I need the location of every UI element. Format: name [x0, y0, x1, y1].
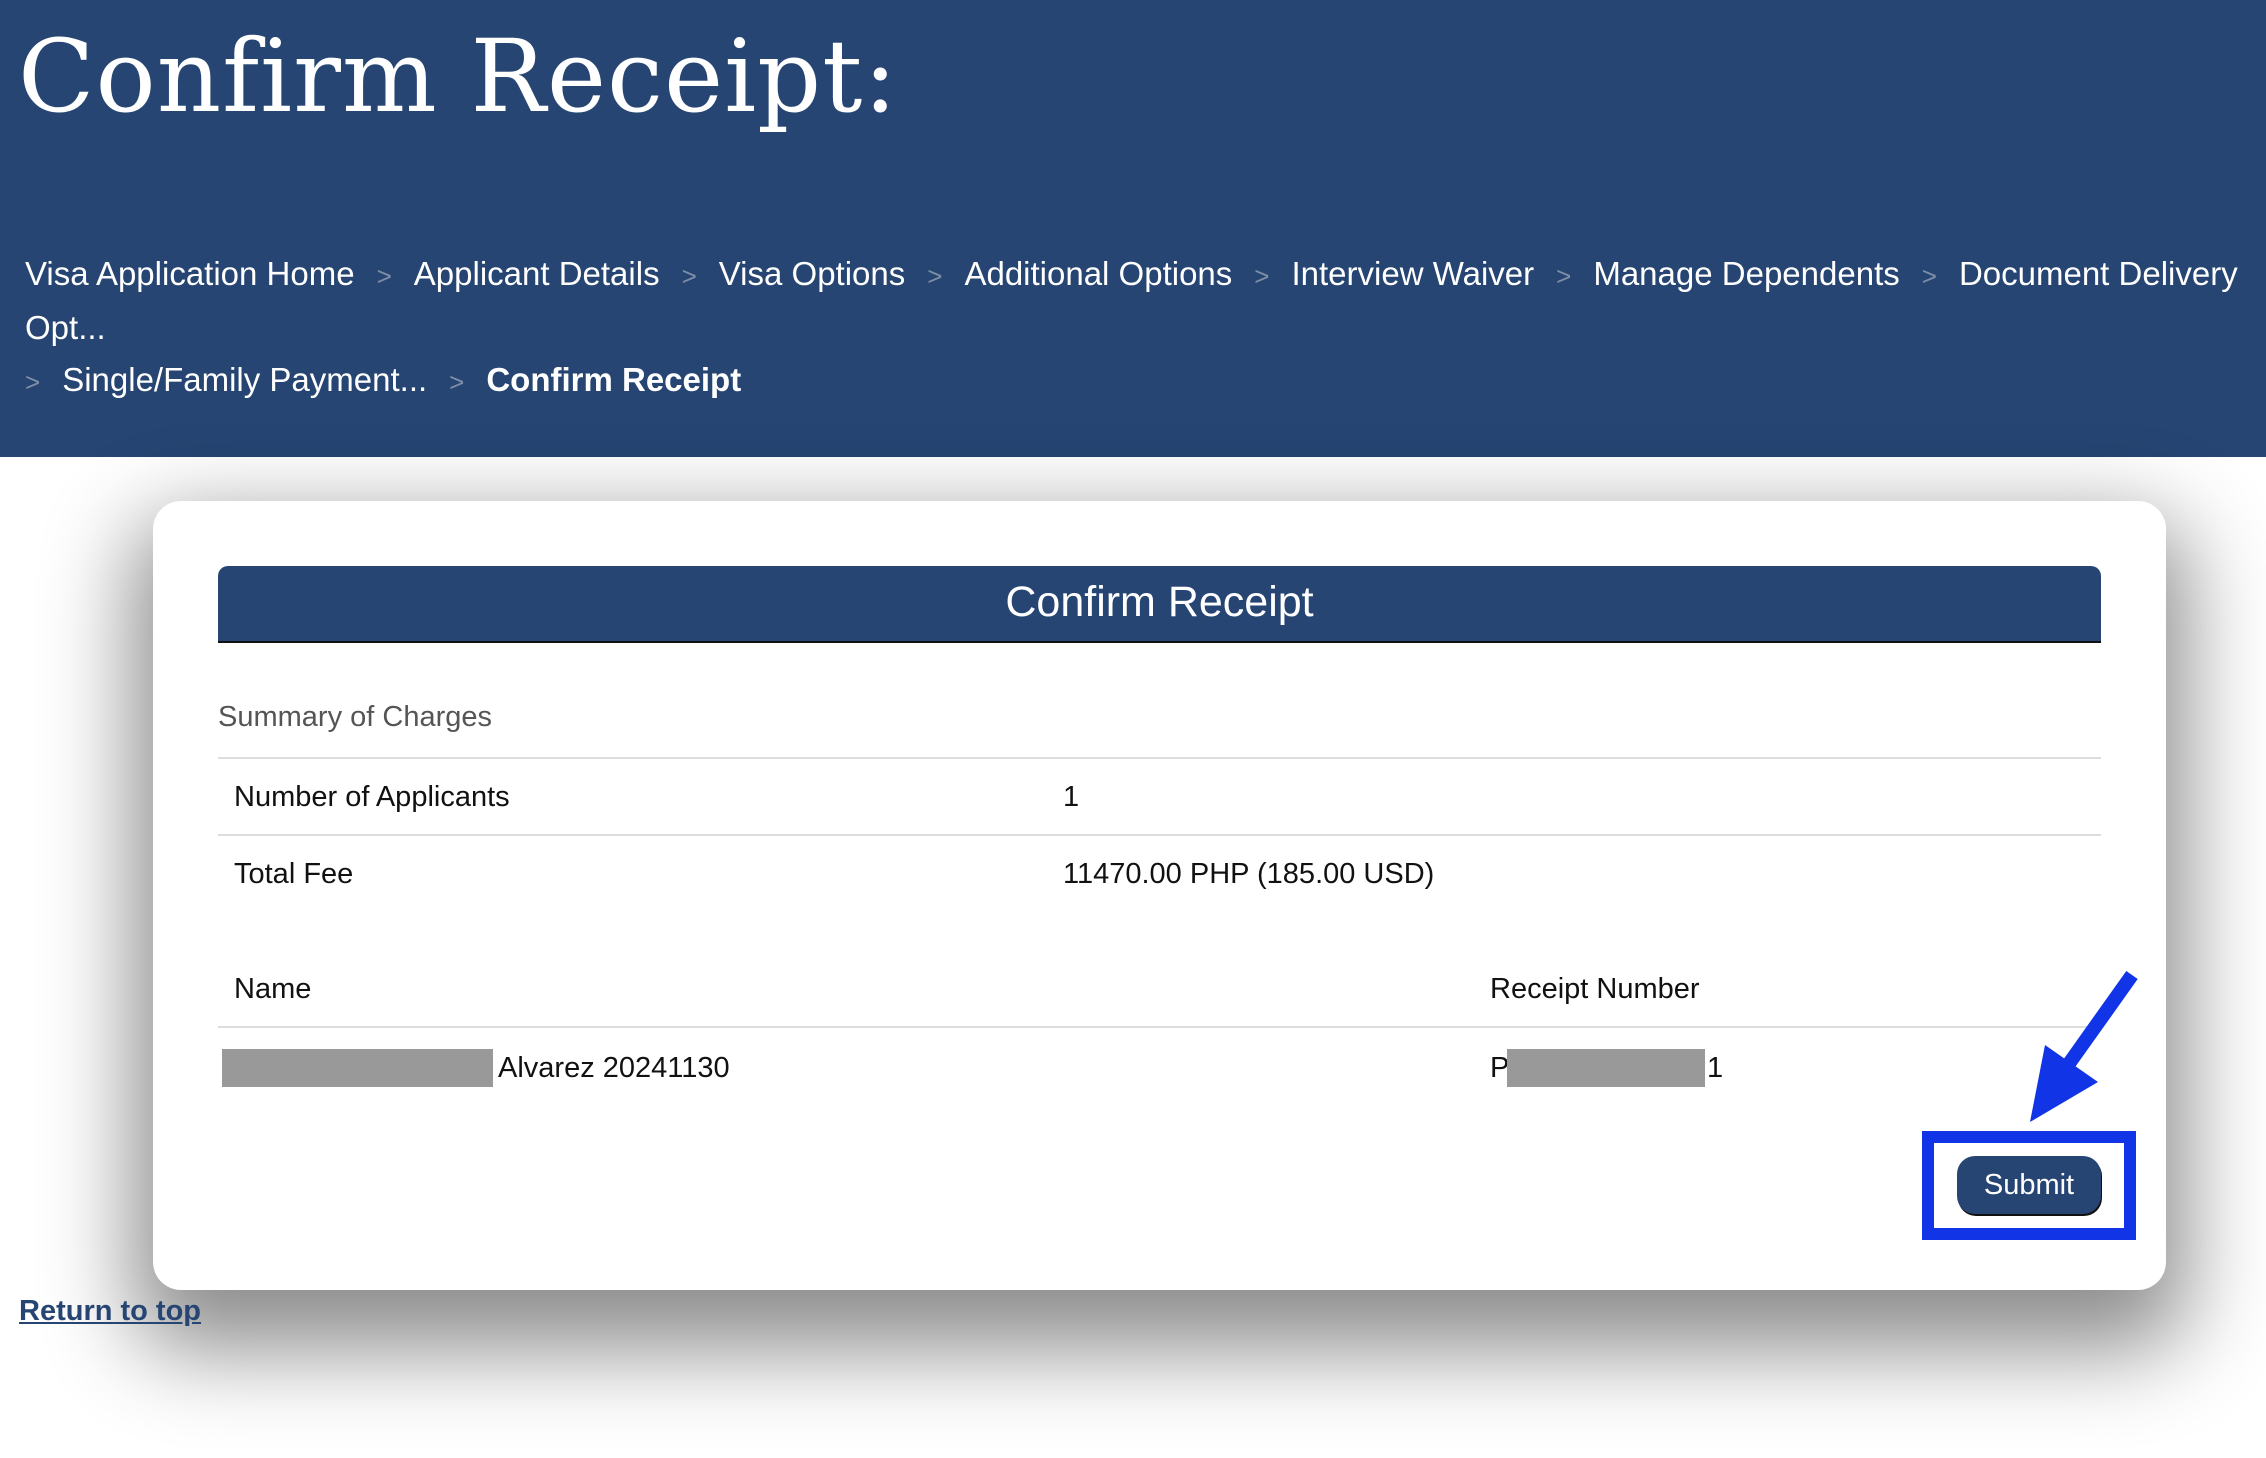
annotation-arrow-icon — [2030, 970, 2138, 1122]
return-to-top-link[interactable]: Return to top — [19, 1295, 201, 1328]
